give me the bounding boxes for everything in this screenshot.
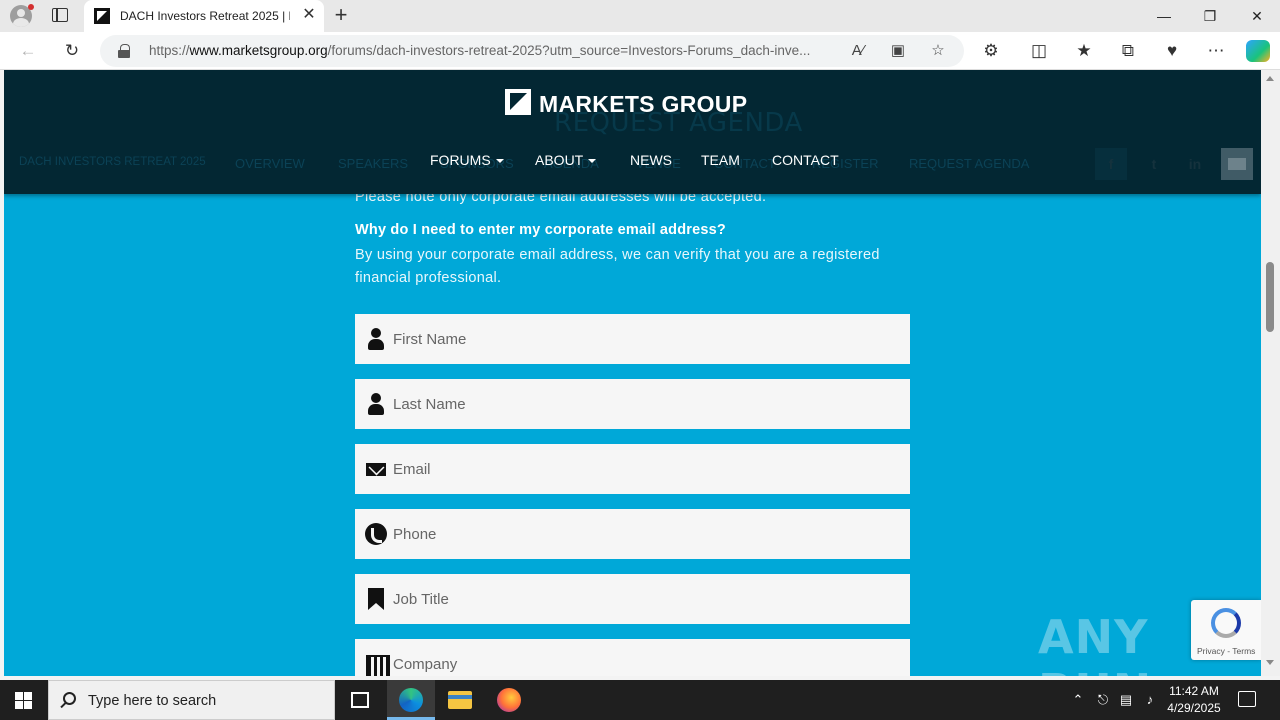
site-favicon-icon (94, 8, 110, 24)
restore-button[interactable]: ❐ (1187, 0, 1233, 32)
taskbar-search-placeholder: Type here to search (88, 693, 217, 709)
task-view-button[interactable] (336, 680, 384, 720)
collections-icon[interactable]: ⧉ (1117, 40, 1139, 62)
bookmark-icon (365, 588, 387, 610)
phone-field[interactable] (355, 509, 910, 559)
tray-device-icon[interactable]: ⎋ (1095, 692, 1111, 708)
extensions-icon[interactable]: ⚙ (980, 40, 1002, 62)
chevron-down-icon (588, 159, 597, 164)
person-icon (365, 393, 387, 415)
active-tab[interactable]: DACH Investors Retreat 2025 | Ma ✕ (84, 0, 324, 32)
task-view-icon (351, 692, 369, 708)
taskbar-firefox[interactable] (485, 680, 533, 720)
nav-news[interactable]: NEWS (630, 152, 672, 168)
minimize-button[interactable]: — (1141, 0, 1187, 32)
favorites-icon[interactable]: ★ (1073, 40, 1095, 62)
first-name-input[interactable] (393, 314, 903, 364)
back-icon[interactable]: ← (17, 40, 39, 62)
url-text[interactable]: https://www.marketsgroup.org/forums/dach… (149, 43, 839, 58)
nav-forums[interactable]: FORUMS (430, 152, 504, 168)
nav-team[interactable]: TEAM (701, 152, 740, 168)
linkedin-icon[interactable]: in (1179, 148, 1211, 180)
windows-start-icon[interactable] (15, 692, 32, 709)
subnav-forum-name: DACH INVESTORS RETREAT 2025 (19, 156, 206, 168)
job-title-field[interactable] (355, 574, 910, 624)
scroll-thumb[interactable] (1266, 262, 1274, 332)
taskbar-edge[interactable] (387, 680, 435, 720)
scroll-up-icon[interactable] (1266, 76, 1274, 81)
recaptcha-badge[interactable]: Privacy - Terms (1191, 600, 1261, 660)
subnav-request-agenda: REQUEST AGENDA (909, 156, 1030, 171)
search-icon (63, 692, 76, 705)
lock-icon[interactable] (118, 44, 130, 58)
why-answer: By using your corporate email address, w… (355, 247, 880, 286)
last-name-field[interactable] (355, 379, 910, 429)
new-tab-button[interactable]: + (330, 4, 352, 26)
read-aloud-icon[interactable]: A⁄ (847, 40, 869, 62)
tab-strip: DACH Investors Retreat 2025 | Ma ✕ + — ❐… (0, 0, 1280, 32)
phone-icon (365, 523, 387, 545)
recaptcha-links[interactable]: Privacy - Terms (1197, 646, 1255, 656)
company-field[interactable] (355, 639, 910, 676)
volume-icon[interactable]: ♪ (1142, 692, 1158, 708)
window-close-button[interactable]: ✕ (1234, 0, 1280, 32)
why-question: Why do I need to enter my corporate emai… (355, 222, 726, 238)
last-name-input[interactable] (393, 379, 903, 429)
chevron-down-icon (495, 159, 504, 164)
clock-time[interactable]: 11:42 AM (1162, 684, 1226, 698)
email-input[interactable] (393, 444, 903, 494)
browser-toolbar: ← ↻ https://www.marketsgroup.org/forums/… (0, 32, 1280, 70)
twitter-icon[interactable]: t (1138, 148, 1170, 180)
company-input[interactable] (393, 639, 903, 676)
logo-text[interactable]: MARKETS GROUP (539, 91, 747, 118)
taskbar-file-explorer[interactable] (436, 680, 484, 720)
mail-icon (1228, 158, 1246, 170)
refresh-icon[interactable]: ↻ (61, 40, 83, 62)
tab-actions-icon[interactable] (52, 8, 68, 22)
windows-taskbar: Type here to search ⌃ ⎋ ▤ ♪ 11:42 AM 4/2… (0, 680, 1280, 720)
page-viewport: Please note only corporate email address… (4, 70, 1261, 676)
browser-essentials-icon[interactable]: ♥ (1161, 40, 1183, 62)
split-screen-icon[interactable]: ◫ (1028, 40, 1050, 62)
subnav-speakers: SPEAKERS (338, 156, 409, 171)
recaptcha-icon (1211, 608, 1241, 638)
address-bar[interactable]: https://www.marketsgroup.org/forums/dach… (100, 35, 964, 67)
copilot-icon[interactable] (1246, 40, 1270, 62)
envelope-icon (365, 458, 387, 480)
first-name-field[interactable] (355, 314, 910, 364)
email-share-icon[interactable] (1221, 148, 1253, 180)
taskbar-search[interactable]: Type here to search (48, 680, 335, 720)
site-header: REQUEST AGENDA MARKETS GROUP DACH INVEST… (4, 70, 1261, 194)
subnav-overview: OVERVIEW (235, 156, 305, 171)
network-icon[interactable]: ▤ (1118, 692, 1134, 708)
scroll-down-icon[interactable] (1266, 660, 1274, 665)
folder-icon (448, 691, 472, 709)
nav-about[interactable]: ABOUT (535, 152, 597, 168)
markets-group-logo-icon[interactable] (505, 89, 531, 115)
page-scrollbar[interactable] (1261, 70, 1280, 676)
tab-close-icon[interactable]: ✕ (300, 6, 318, 24)
firefox-icon (497, 688, 521, 712)
clock-date[interactable]: 4/29/2025 (1162, 701, 1226, 715)
email-field[interactable] (355, 444, 910, 494)
phone-input[interactable] (393, 509, 903, 559)
more-icon[interactable]: ⋯ (1205, 40, 1227, 62)
nav-contact[interactable]: CONTACT (772, 152, 839, 168)
immersive-reader-icon[interactable]: ▣ (887, 40, 909, 62)
favorite-icon[interactable]: ☆ (927, 40, 949, 62)
facebook-icon[interactable]: f (1095, 148, 1127, 180)
notification-center-icon[interactable] (1238, 691, 1256, 707)
job-title-input[interactable] (393, 574, 903, 624)
tray-chevron-up-icon[interactable]: ⌃ (1070, 692, 1086, 708)
tab-title: DACH Investors Retreat 2025 | Ma (120, 9, 290, 23)
notification-dot (28, 4, 34, 10)
edge-icon (399, 688, 423, 712)
person-icon (365, 328, 387, 350)
building-icon (365, 653, 390, 676)
